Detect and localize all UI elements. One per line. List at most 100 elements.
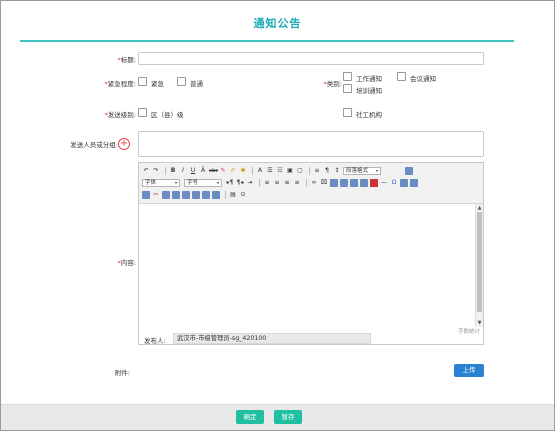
fullscreen-icon[interactable] xyxy=(405,166,413,175)
send-level-agency-label: 社工机构 xyxy=(356,111,382,119)
rtl-icon[interactable]: ¶◂ xyxy=(236,179,244,187)
redo-icon[interactable]: ↷ xyxy=(152,167,160,175)
paragraph-format-select[interactable]: 段落格式 ▾ xyxy=(343,166,381,175)
strikethrough-icon[interactable]: abc xyxy=(209,167,218,175)
merge-cells-icon[interactable] xyxy=(172,190,180,199)
editor-scrollbar[interactable]: ▲ ▼ xyxy=(475,204,483,327)
toolbar-separator xyxy=(252,166,253,175)
scroll-down-icon[interactable]: ▼ xyxy=(476,320,483,326)
ordered-list-icon[interactable]: ☰ xyxy=(266,167,274,175)
unordered-list-icon[interactable]: ☷ xyxy=(276,167,284,175)
table-icon[interactable] xyxy=(400,178,408,187)
recipients-label: 发送人员或分组: xyxy=(70,141,118,149)
search-replace-icon[interactable]: ⊙ xyxy=(239,191,247,199)
save-draft-button[interactable]: 暂存 xyxy=(274,410,302,424)
image-right-icon[interactable] xyxy=(350,178,358,187)
send-level-label: *发送级别: xyxy=(80,109,136,119)
paragraph-format-value: 段落格式 xyxy=(346,167,369,174)
urgency-urgent-checkbox[interactable] xyxy=(138,77,147,86)
urgency-normal-label: 普通 xyxy=(190,80,203,88)
category-training-checkbox[interactable] xyxy=(343,84,352,93)
bold-icon[interactable]: B xyxy=(169,167,177,175)
chevron-down-icon: ▾ xyxy=(174,179,177,185)
attachment-label: 附件: xyxy=(114,369,130,377)
urgency-normal-checkbox[interactable] xyxy=(177,77,186,86)
paragraph-icon[interactable]: ¶ xyxy=(323,167,331,175)
toolbar-separator xyxy=(309,166,310,175)
align-left-icon[interactable]: ≡ xyxy=(263,179,271,187)
toolbar-separator xyxy=(306,178,307,187)
title-label: *标题: xyxy=(90,54,136,64)
toolbar-separator xyxy=(225,190,226,199)
category-meeting-label: 会议通知 xyxy=(410,75,436,83)
underline-icon[interactable]: U xyxy=(189,167,197,175)
upload-button[interactable]: 上传 xyxy=(454,364,484,377)
scroll-thumb[interactable] xyxy=(477,212,482,312)
send-level-district-label: 区（县）级 xyxy=(151,111,184,119)
toolbar-separator xyxy=(259,178,260,187)
split-cells-icon[interactable] xyxy=(182,190,190,199)
clear-doc-icon[interactable]: ▢ xyxy=(296,167,304,175)
link-icon[interactable]: ∞ xyxy=(310,179,318,187)
unlink-icon[interactable]: ⌧ xyxy=(320,179,328,187)
chevron-down-icon: ▾ xyxy=(216,179,219,185)
select-all-icon[interactable]: ▣ xyxy=(286,167,294,175)
image-left-icon[interactable] xyxy=(340,178,348,187)
image-icon[interactable] xyxy=(330,178,338,187)
toolbar-row-3: ✂ ▤ ⊙ xyxy=(142,189,249,200)
content-label-text: 内容: xyxy=(120,259,136,267)
print-icon[interactable]: ▤ xyxy=(229,191,237,199)
font-family-select[interactable]: 字体 ▾ xyxy=(142,178,180,187)
category-training-label: 培训通知 xyxy=(356,87,382,95)
insert-row-icon[interactable] xyxy=(142,190,150,199)
justify-icon[interactable]: ≡ xyxy=(293,179,301,187)
align-right-icon[interactable]: ≡ xyxy=(283,179,291,187)
category-meeting-checkbox[interactable] xyxy=(397,72,406,81)
cell-props-icon[interactable] xyxy=(202,190,210,199)
delete-table-icon[interactable] xyxy=(212,190,220,199)
urgency-urgent-label: 紧急 xyxy=(151,80,164,88)
format-brush-icon[interactable]: ✐ xyxy=(229,167,237,175)
word-count: 字数统计 xyxy=(457,329,480,335)
send-level-agency-checkbox[interactable] xyxy=(343,108,352,117)
indent-icon[interactable]: ⇥ xyxy=(246,179,254,187)
line-height-icon[interactable]: ↕ xyxy=(333,167,341,175)
toolbar-row-2: 字体 ▾ 字号 ▾ ▸¶ ¶◂ ⇥ ≡ ≡ ≡ ≡ ∞ ⌧ — Ω xyxy=(142,177,420,188)
special-char-icon[interactable]: Ω xyxy=(390,179,398,187)
font-color-icon[interactable]: A xyxy=(256,167,264,175)
toolbar-separator xyxy=(165,166,166,175)
delete-row-icon[interactable]: ✂ xyxy=(152,191,160,199)
urgency-label: *紧急程度: xyxy=(80,78,136,88)
urgency-label-text: 紧急程度: xyxy=(107,80,136,88)
scroll-up-icon[interactable]: ▲ xyxy=(476,205,483,211)
horizontal-rule-icon[interactable]: — xyxy=(380,179,388,187)
add-recipient-icon[interactable]: + xyxy=(118,138,130,150)
font-family-value: 字体 xyxy=(145,179,157,186)
image-center-icon[interactable] xyxy=(360,178,368,187)
border-icon[interactable]: Ā xyxy=(199,167,207,175)
recipients-input[interactable] xyxy=(138,131,484,157)
insert-image-icon[interactable] xyxy=(370,178,378,187)
send-level-label-text: 发送级别: xyxy=(107,111,136,119)
category-work-checkbox[interactable] xyxy=(343,72,352,81)
title-input[interactable] xyxy=(138,52,484,65)
template-icon[interactable] xyxy=(410,178,418,187)
editor-content-area[interactable] xyxy=(139,204,475,327)
special-format-icon[interactable]: ✱ xyxy=(239,167,247,175)
insert-col-icon[interactable] xyxy=(162,190,170,199)
italic-icon[interactable]: I xyxy=(179,167,187,175)
page-title: 通知公告 xyxy=(253,17,302,30)
undo-icon[interactable]: ↶ xyxy=(142,167,150,175)
ltr-icon[interactable]: ▸¶ xyxy=(226,179,234,187)
confirm-button[interactable]: 确定 xyxy=(236,410,264,424)
font-size-select[interactable]: 字号 ▾ xyxy=(184,178,222,187)
rich-text-editor[interactable]: ↶ ↷ B I U Ā abc ✎ ✐ ✱ A ☰ ☷ ▣ ▢ ≡ ¶ ↕ 段落… xyxy=(138,162,484,345)
title-divider xyxy=(20,40,514,42)
font-size-value: 字号 xyxy=(187,179,199,186)
align-center-icon[interactable]: ≡ xyxy=(273,179,281,187)
send-level-district-checkbox[interactable] xyxy=(138,108,147,117)
pen-icon[interactable]: ✎ xyxy=(219,167,227,175)
table-props-icon[interactable] xyxy=(192,190,200,199)
row-spacing-icon[interactable]: ≡ xyxy=(313,167,321,175)
editor-toolbar: ↶ ↷ B I U Ā abc ✎ ✐ ✱ A ☰ ☷ ▣ ▢ ≡ ¶ ↕ 段落… xyxy=(139,163,483,204)
